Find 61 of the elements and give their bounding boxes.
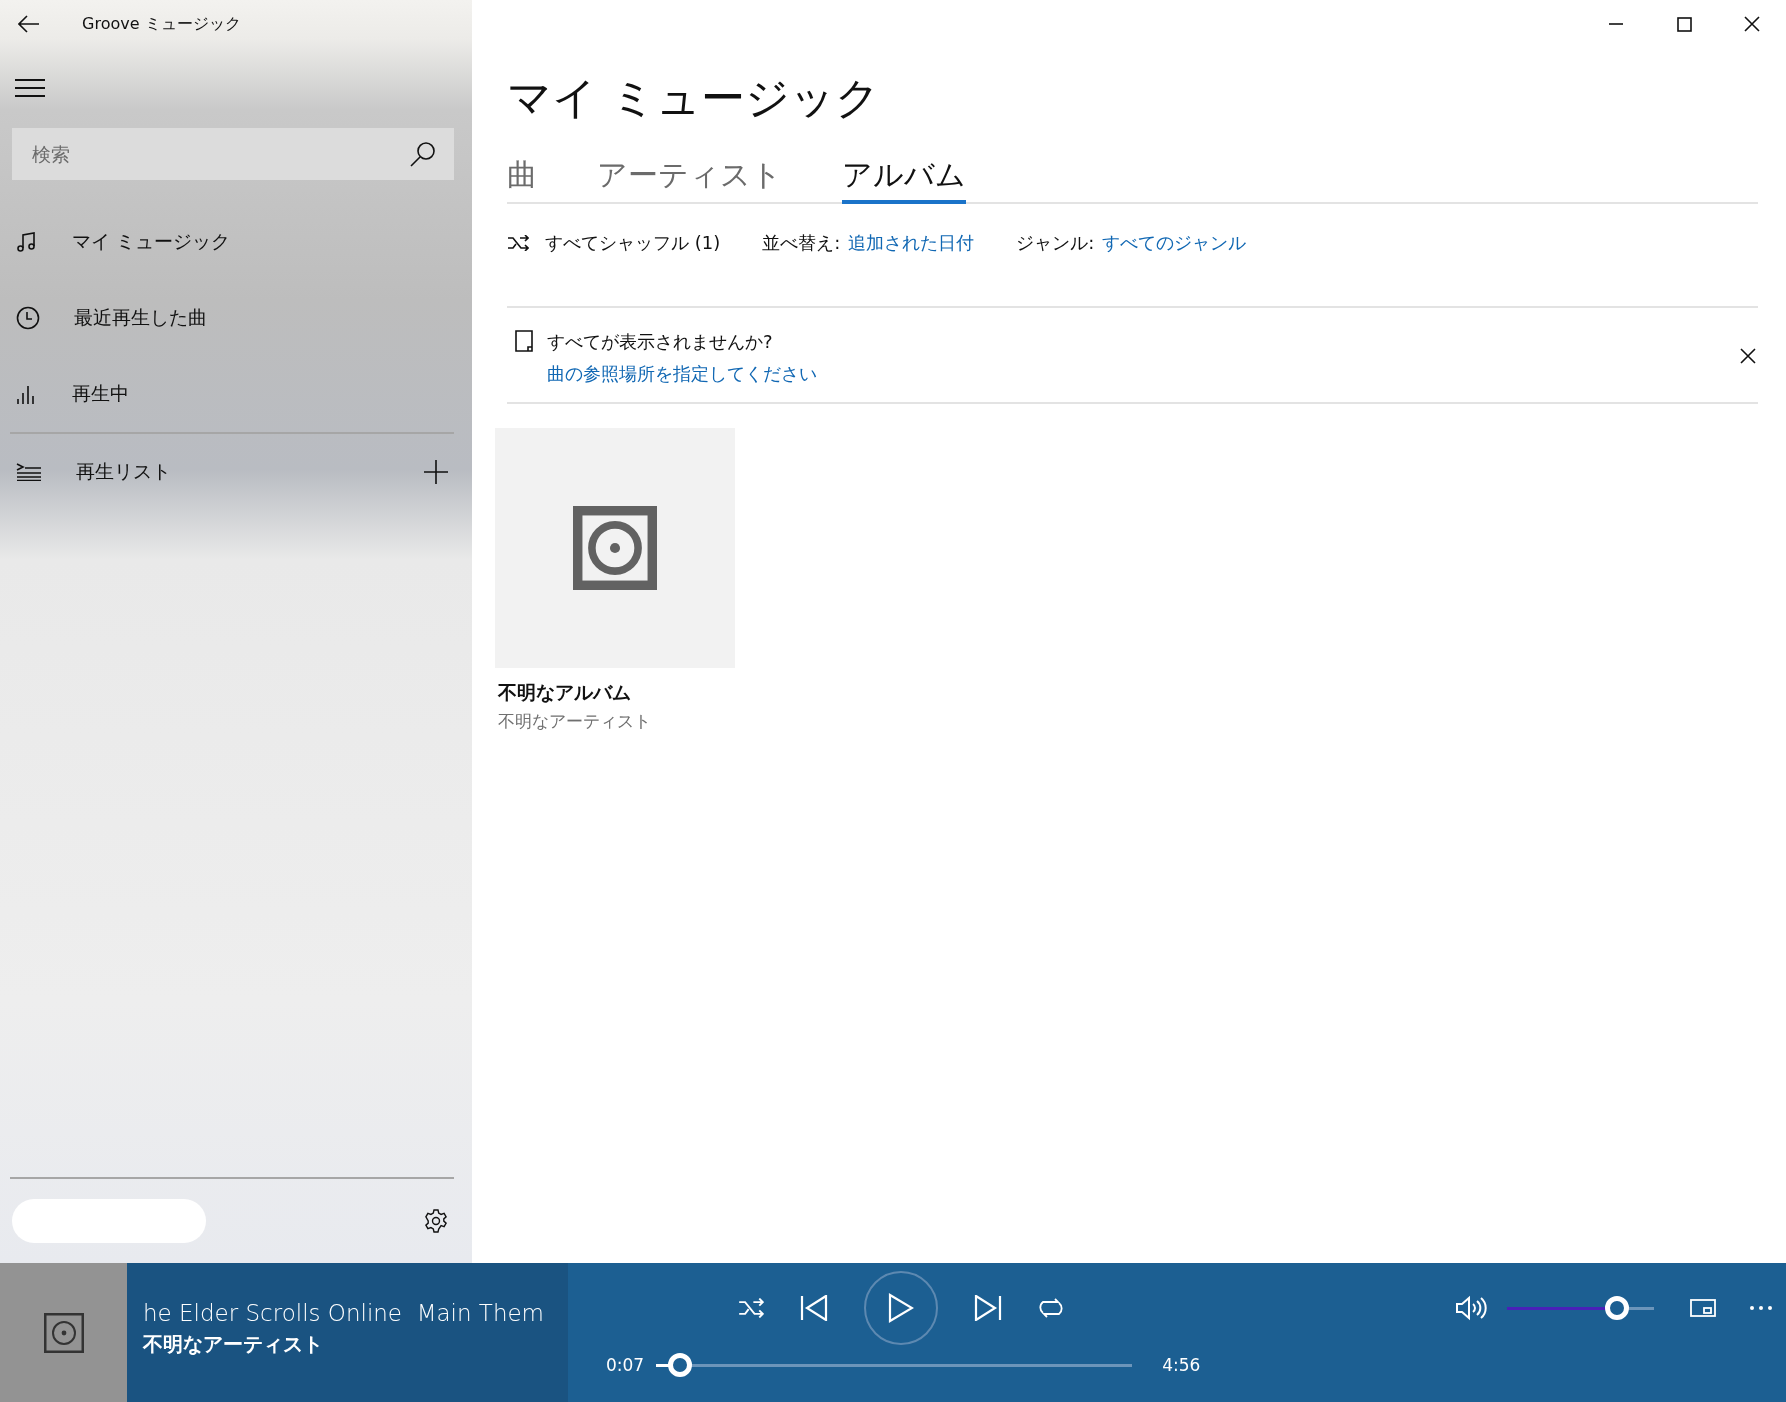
track-title: he Elder Scrolls Online Main Them	[143, 1299, 546, 1329]
nav-item[interactable]: マイ ミュージック	[0, 204, 472, 280]
close-icon	[1740, 347, 1756, 364]
music-note-icon	[16, 231, 38, 253]
notice-text: すべてが表示されませんか?	[547, 329, 774, 354]
page-title: マイ ミュージック	[507, 72, 881, 125]
document-icon	[515, 329, 533, 352]
shuffle-button[interactable]	[738, 1298, 764, 1318]
next-button[interactable]	[974, 1295, 1002, 1321]
tab[interactable]: アルバム	[842, 154, 966, 204]
menu-icon	[14, 78, 46, 98]
back-button[interactable]	[18, 15, 40, 33]
more-button[interactable]	[1750, 1306, 1772, 1310]
shuffle-icon	[738, 1298, 764, 1318]
album-art-icon	[573, 505, 657, 590]
album-title: 不明なアルバム	[498, 679, 632, 705]
volume-button[interactable]	[1455, 1295, 1487, 1321]
choose-folder-link[interactable]: 曲の参照場所を指定してください	[547, 361, 817, 386]
track-artist: 不明なアーティスト	[143, 1330, 324, 1358]
settings-icon	[424, 1209, 448, 1233]
plus-icon	[424, 460, 448, 484]
search-icon	[410, 141, 436, 167]
more-icon	[1750, 1306, 1772, 1310]
album-art-icon	[43, 1312, 84, 1353]
repeat-button[interactable]	[1038, 1296, 1064, 1320]
repeat-icon	[1038, 1296, 1064, 1320]
search-input[interactable]: 検索	[30, 142, 410, 166]
next-icon	[974, 1295, 1002, 1321]
app-title: Groove ミュージック	[82, 13, 241, 35]
minimize-icon	[1609, 23, 1623, 25]
duration-time: 4:56	[1162, 1355, 1201, 1375]
dismiss-button[interactable]	[1740, 347, 1756, 364]
album-artist: 不明なアーティスト	[498, 709, 652, 733]
mini-player-button[interactable]	[1690, 1299, 1716, 1317]
back-arrow-icon	[18, 15, 40, 33]
settings-button[interactable]	[424, 1209, 448, 1233]
nav-item[interactable]: 再生中	[0, 356, 472, 432]
elapsed-time: 0:07	[606, 1355, 645, 1375]
previous-button[interactable]	[800, 1295, 828, 1321]
play-icon	[888, 1293, 914, 1323]
search-field[interactable]: 検索	[12, 128, 454, 180]
previous-icon	[800, 1295, 828, 1321]
playlists-label[interactable]: 再生リスト	[76, 459, 171, 485]
play-button[interactable]	[864, 1271, 938, 1345]
maximize-icon	[1676, 16, 1692, 32]
sort-label: 並べ替え:	[762, 230, 841, 255]
sort-link[interactable]: 追加された日付	[848, 230, 975, 255]
shuffle-icon	[507, 234, 529, 251]
genre-link[interactable]: すべてのジャンル	[1102, 230, 1247, 255]
album-art[interactable]	[495, 427, 735, 668]
playlist-icon	[16, 463, 42, 481]
tab[interactable]: 曲	[507, 154, 537, 204]
nav-item[interactable]: 最近再生した曲	[0, 280, 472, 356]
tab[interactable]: アーティスト	[597, 154, 782, 204]
clock-icon	[16, 306, 40, 330]
genre-label: ジャンル:	[1016, 230, 1095, 255]
add-playlist-button[interactable]	[424, 460, 448, 484]
shuffle-all-link[interactable]: すべてシャッフル (1)	[545, 230, 721, 255]
mini-player-icon	[1690, 1299, 1716, 1317]
speaker-icon	[1455, 1295, 1487, 1321]
close-icon	[1744, 16, 1760, 32]
